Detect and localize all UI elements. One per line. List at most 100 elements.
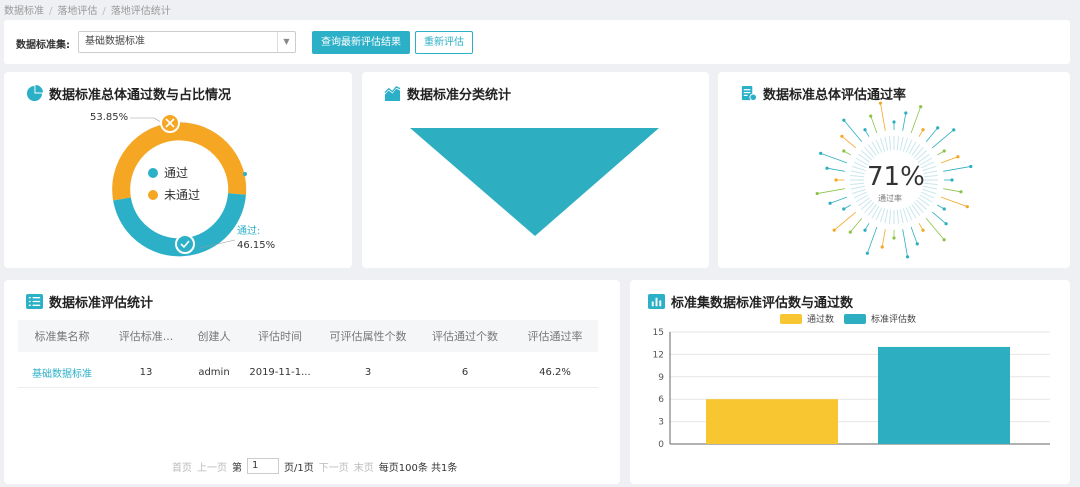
gauge-tick <box>884 136 889 151</box>
gauge-spoke <box>940 156 959 164</box>
gauge-spoke <box>943 166 971 172</box>
reevaluate-button[interactable]: 重新评估 <box>415 31 473 54</box>
gauge-spoke <box>932 129 955 149</box>
table-cell: 46.2% <box>539 367 571 378</box>
y-tick-label: 0 <box>658 440 664 450</box>
bar-evaluated[interactable] <box>878 346 1010 444</box>
gauge-spoke <box>833 211 856 231</box>
gauge-dot <box>832 228 836 232</box>
prev-page-link[interactable]: 上一页 <box>197 459 227 474</box>
gauge-spoke <box>925 127 939 142</box>
table-cell: 6 <box>461 367 469 378</box>
chevron-down-icon[interactable]: ▼ <box>277 32 295 52</box>
evaluation-table-card: 数据标准评估统计 标准集名称 评估标准... 创建人 评估时间 可评估属性个数 … <box>4 280 620 484</box>
rate-value: 71% <box>867 162 925 192</box>
standard-set-link[interactable]: 基础数据标准 <box>18 365 106 380</box>
column-header[interactable]: 评估标准... <box>106 328 186 344</box>
first-page-link[interactable]: 首页 <box>172 459 192 474</box>
gauge-tick <box>851 188 866 195</box>
gauge-spoke <box>880 103 886 131</box>
gauge-spoke <box>829 196 848 204</box>
column-header[interactable]: 评估通过率 <box>512 328 598 344</box>
gauge-dot <box>942 238 946 242</box>
gauge-tick <box>913 146 924 159</box>
gauge-dot <box>904 111 908 115</box>
table-cell: admin <box>198 367 230 378</box>
breadcrumb-separator: / <box>49 6 53 17</box>
bar-chart-card: 标准集数据标准评估数与通过数 通过数 标准评估数 0 3 6 9 12 15 <box>630 280 1070 484</box>
gauge-spoke <box>925 218 945 241</box>
column-header[interactable]: 标准集名称 <box>18 328 106 344</box>
category-funnel-chart <box>410 128 659 236</box>
legend-pass[interactable]: 通过 <box>148 164 188 181</box>
standard-set-value: 基础数据标准 <box>85 36 145 47</box>
breadcrumb-item[interactable]: 数据标准 <box>4 6 44 17</box>
legend-fail-label: 未通过 <box>164 188 201 202</box>
gauge-dot <box>825 166 829 170</box>
overall-rate-card: 数据标准总体评估通过率 71% 通过率 <box>718 72 1070 268</box>
table-row[interactable]: 基础数据标准 13 admin 2019-11-1... 3 6 46.2% <box>18 358 598 388</box>
bar-chart: 0 3 6 9 12 15 <box>653 328 1050 450</box>
gauge-tick <box>850 170 865 175</box>
gauge-spoke <box>841 135 856 149</box>
table-header: 标准集名称 评估标准... 创建人 评估时间 可评估属性个数 评估通过个数 评估… <box>18 320 598 352</box>
rate-sub-label: 通过率 <box>878 194 902 203</box>
gauge-tick <box>884 209 889 224</box>
gauge-spoke <box>932 211 947 225</box>
y-tick-label: 12 <box>653 350 664 360</box>
gauge-spoke <box>910 106 922 134</box>
gauge-tick <box>888 136 892 151</box>
gauge-dot <box>919 105 923 109</box>
gauge-tick <box>899 136 904 151</box>
column-header[interactable]: 评估时间 <box>242 328 318 344</box>
next-page-link[interactable]: 下一页 <box>319 459 349 474</box>
column-header[interactable]: 创建人 <box>186 328 242 344</box>
gauge-dot <box>905 255 910 259</box>
legend-fail[interactable]: 未通过 <box>148 186 200 203</box>
bar-passed[interactable] <box>706 399 838 444</box>
gauge-tick <box>923 182 938 186</box>
funnel-segment[interactable] <box>410 128 659 236</box>
gauge-dot <box>842 149 846 153</box>
gauge-dot <box>880 245 884 249</box>
gauge-tick <box>867 144 877 157</box>
breadcrumb-item[interactable]: 落地评估 <box>57 6 97 17</box>
gauge-dot <box>815 191 819 196</box>
gauge-spoke <box>843 119 863 142</box>
gauge-tick <box>888 209 892 224</box>
standard-set-select[interactable]: 基础数据标准 ▼ <box>78 31 296 53</box>
gauge-spoke <box>902 229 908 257</box>
breadcrumb-item-current: 落地评估统计 <box>110 6 171 17</box>
query-latest-button[interactable]: 查询最新评估结果 <box>312 31 410 54</box>
gauge-tick <box>896 209 900 224</box>
legend-pass-dot <box>148 167 158 178</box>
gauge-tick <box>879 137 886 152</box>
gauge-dot <box>936 126 940 130</box>
gauge-dot <box>848 230 852 234</box>
pass-percent-label: 46.15% <box>237 240 276 251</box>
gauge-dot <box>869 114 873 118</box>
gauge-dot <box>959 190 963 194</box>
gauge-tick <box>923 170 938 175</box>
pass-label: 通过: <box>237 226 261 237</box>
gauge-tick <box>850 174 865 178</box>
gauge-tick <box>902 137 909 152</box>
gauge-dot <box>863 128 867 132</box>
gauge-dot <box>892 236 896 240</box>
gauge-spoke <box>943 188 962 193</box>
gauge-dot <box>842 118 846 122</box>
table-cell: 3 <box>364 367 372 378</box>
table-cell: 2019-11-1... <box>249 367 311 378</box>
gauge-dot <box>969 164 973 169</box>
last-page-link[interactable]: 末页 <box>354 459 374 474</box>
gauge-tick <box>896 136 900 151</box>
gauge-spoke <box>826 167 845 172</box>
gauge-tick <box>902 208 909 223</box>
gauge-spoke <box>849 218 863 233</box>
page-number-input[interactable]: 1 <box>247 458 279 474</box>
column-header[interactable]: 评估通过个数 <box>418 328 512 344</box>
gauge-tick <box>851 165 866 172</box>
gauge-dot <box>834 178 838 182</box>
gauge-spoke <box>870 115 878 134</box>
column-header[interactable]: 可评估属性个数 <box>318 328 418 344</box>
